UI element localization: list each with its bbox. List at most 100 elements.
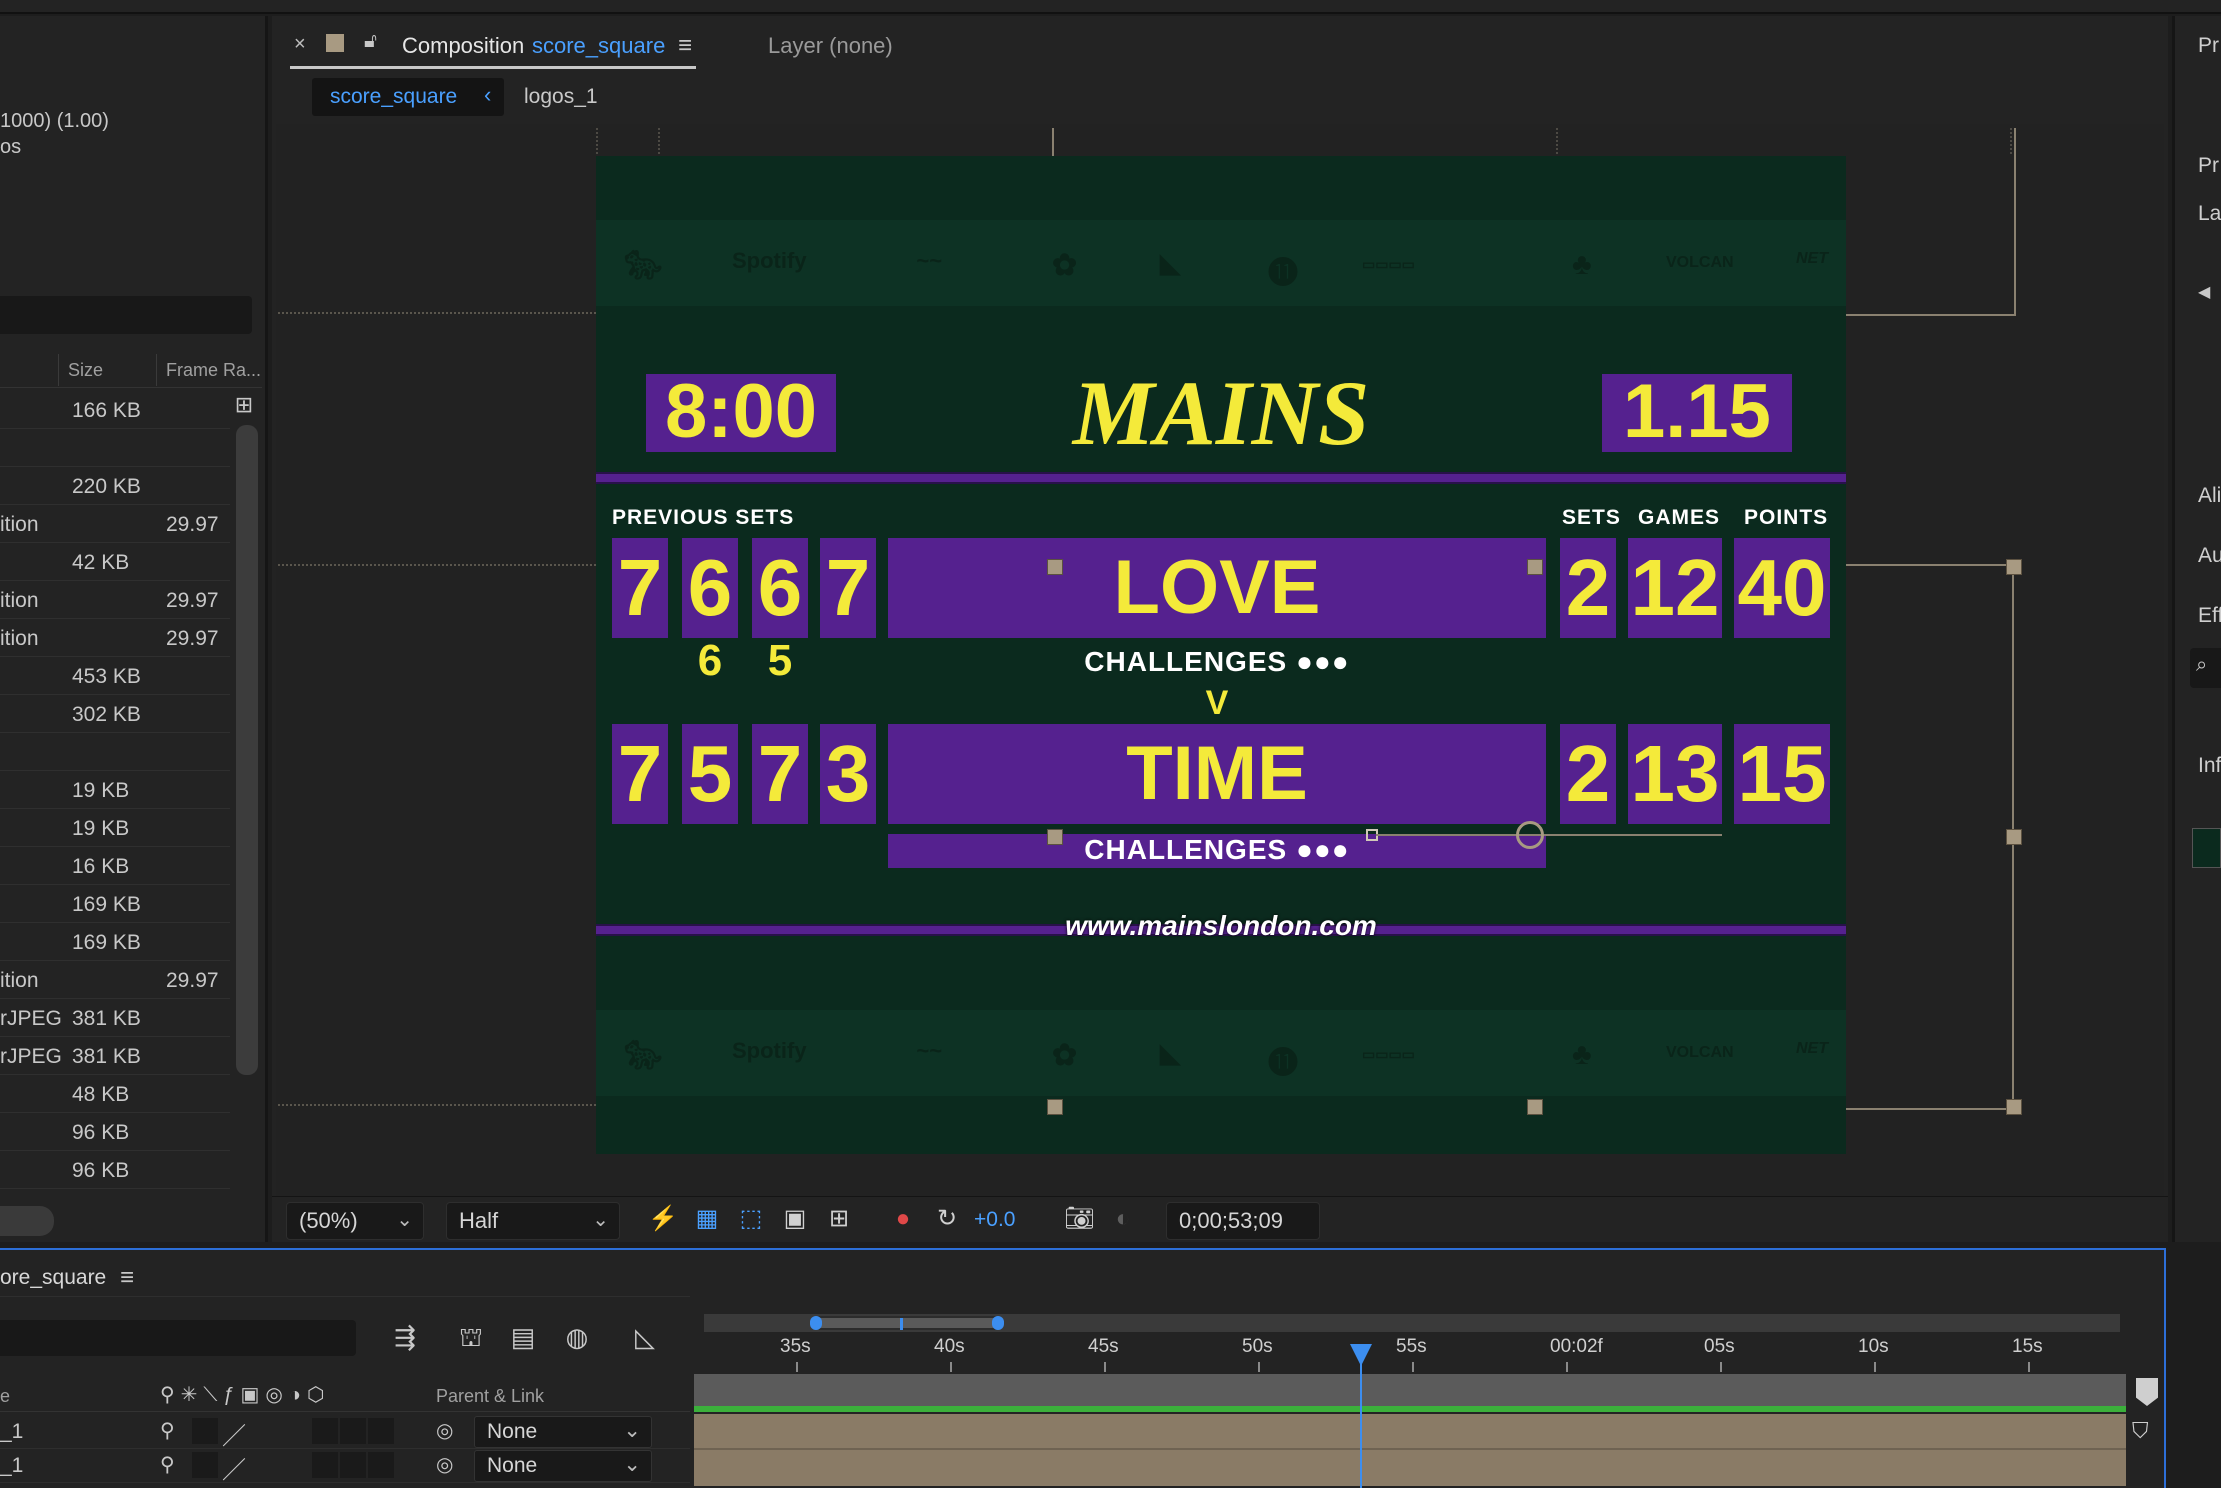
pickwhip-icon[interactable]: ◎ xyxy=(436,1418,453,1443)
project-item-row[interactable]: 96 KB xyxy=(0,1150,230,1189)
switch-box[interactable] xyxy=(192,1418,218,1444)
right-panel-item[interactable]: La xyxy=(2198,202,2221,226)
layer-bar[interactable] xyxy=(694,1450,2126,1486)
transform-handle[interactable] xyxy=(1047,559,1063,575)
close-tab-icon[interactable]: × xyxy=(294,33,306,56)
switch-box[interactable] xyxy=(312,1452,338,1478)
layer-name[interactable]: _1 xyxy=(0,1454,23,1478)
exposure-value[interactable]: +0.0 xyxy=(974,1208,1015,1232)
snapshot-camera-icon[interactable]: 📷︎ xyxy=(1064,1204,1094,1234)
right-panel-item[interactable]: Au xyxy=(2198,544,2221,568)
shy-icon[interactable]: ⚲ xyxy=(160,1418,175,1443)
project-item-row[interactable]: 16 KB xyxy=(0,846,230,885)
timeline-search-input[interactable] xyxy=(0,1320,356,1356)
right-panel-item[interactable]: Pr xyxy=(2198,154,2219,178)
transform-handle[interactable] xyxy=(1047,829,1063,845)
right-panel-item[interactable]: Pr xyxy=(2198,34,2219,58)
quality-slash-icon[interactable]: ／ xyxy=(222,1416,246,1451)
project-item-row[interactable]: 166 KB xyxy=(0,390,230,429)
graph-editor-icon[interactable]: ◺ xyxy=(628,1320,662,1354)
parent-dropdown[interactable]: None ⌄ xyxy=(474,1450,652,1482)
project-item-row[interactable]: ition 29.97 xyxy=(0,960,230,999)
project-item-row[interactable]: ition 29.97 xyxy=(0,504,230,543)
motion-blur-icon[interactable]: ◍ xyxy=(560,1320,594,1354)
right-panel-item[interactable]: Inf xyxy=(2198,754,2221,778)
parent-dropdown[interactable]: None ⌄ xyxy=(474,1416,652,1448)
project-item-row[interactable]: rJPEG 381 KB xyxy=(0,998,230,1037)
transparency-grid-icon[interactable]: ▦ xyxy=(692,1204,722,1234)
project-item-row[interactable] xyxy=(0,732,230,771)
project-item-row[interactable]: 133 KB xyxy=(0,1188,230,1200)
right-panel-item[interactable]: Ali xyxy=(2198,484,2221,508)
project-horizontal-scrollbar[interactable] xyxy=(0,1206,54,1236)
quality-slash-icon[interactable]: ／ xyxy=(222,1450,246,1485)
draft-3d-icon[interactable]: ⛫ xyxy=(454,1320,488,1354)
navigator-end-handle[interactable] xyxy=(992,1316,1004,1330)
transform-handle[interactable] xyxy=(2006,1099,2022,1115)
panel-menu-icon[interactable]: ≡ xyxy=(120,1264,134,1292)
comp-marker-bin-icon[interactable]: ⛉ xyxy=(2132,1418,2162,1448)
project-item-row[interactable]: 302 KB xyxy=(0,694,230,733)
transform-handle[interactable] xyxy=(2006,559,2022,575)
col-parent-link[interactable]: Parent & Link xyxy=(436,1386,544,1407)
search-icon[interactable]: ⌕ xyxy=(2190,648,2221,688)
project-item-row[interactable]: ition 29.97 xyxy=(0,580,230,619)
layer-row[interactable]: _1 ⚲ ／ ◎ None ⌄ xyxy=(0,1448,690,1485)
layer-bar-gray[interactable] xyxy=(694,1374,2126,1406)
guides-grid-icon[interactable]: ⊞ xyxy=(824,1204,854,1234)
transform-handle[interactable] xyxy=(1527,559,1543,575)
project-item-row[interactable]: ition 29.97 xyxy=(0,618,230,657)
time-navigator-thumb[interactable] xyxy=(816,1316,998,1330)
project-item-row[interactable]: 42 KB xyxy=(0,542,230,581)
timecode-display[interactable]: 0;00;53;09 xyxy=(1166,1202,1320,1240)
switch-box[interactable] xyxy=(192,1452,218,1478)
col-layer-name[interactable]: e xyxy=(0,1386,10,1407)
color-channels-icon[interactable]: ● xyxy=(888,1204,918,1234)
project-item-row[interactable]: 48 KB xyxy=(0,1074,230,1113)
project-item-row[interactable]: rJPEG 381 KB xyxy=(0,1036,230,1075)
project-scrollbar[interactable] xyxy=(236,425,258,1075)
breadcrumb-logos[interactable]: logos_1 xyxy=(524,85,598,109)
anchor-point-icon[interactable] xyxy=(1516,821,1544,849)
project-item-row[interactable]: 169 KB xyxy=(0,884,230,923)
zoom-dropdown[interactable]: (50%) ⌄ xyxy=(286,1202,424,1240)
layer-bar[interactable] xyxy=(694,1414,2126,1448)
project-item-row[interactable]: 169 KB xyxy=(0,922,230,961)
resolution-dropdown[interactable]: Half ⌄ xyxy=(446,1202,620,1240)
switch-box[interactable] xyxy=(340,1418,366,1444)
timeline-comp-tab[interactable]: ore_square xyxy=(0,1266,106,1290)
transform-handle[interactable] xyxy=(1047,1099,1063,1115)
panel-menu-icon[interactable]: ≡ xyxy=(678,32,692,60)
comp-tab-prefix[interactable]: Composition xyxy=(402,33,524,59)
reset-exposure-icon[interactable]: ↻ xyxy=(932,1204,962,1234)
chevron-left-icon[interactable]: ‹ xyxy=(484,82,491,108)
breadcrumb-score-square[interactable]: score_square xyxy=(330,85,457,109)
layer-name[interactable]: _1 xyxy=(0,1420,23,1444)
comp-tab-name[interactable]: score_square xyxy=(532,33,665,59)
playhead-line[interactable] xyxy=(1360,1350,1362,1488)
comp-mini-flowchart-icon[interactable]: ⇶ xyxy=(388,1320,422,1354)
switch-box[interactable] xyxy=(368,1418,394,1444)
mask-path-icon[interactable]: ⬚ xyxy=(736,1204,766,1234)
project-item-row[interactable] xyxy=(0,428,230,467)
region-of-interest-icon[interactable]: ▣ xyxy=(780,1204,810,1234)
switch-box[interactable] xyxy=(340,1452,366,1478)
pickwhip-icon[interactable]: ◎ xyxy=(436,1452,453,1477)
triangle-left-icon[interactable]: ◀ xyxy=(2198,282,2210,302)
transform-handle[interactable] xyxy=(1527,1099,1543,1115)
project-item-row[interactable]: 220 KB xyxy=(0,466,230,505)
show-snapshot-icon[interactable]: ◐ xyxy=(1108,1204,1138,1234)
project-item-row[interactable]: 453 KB xyxy=(0,656,230,695)
fast-preview-icon[interactable]: ⚡ xyxy=(648,1204,678,1234)
project-item-row[interactable]: 19 KB xyxy=(0,808,230,847)
right-panel-item[interactable]: Eff xyxy=(2198,604,2221,628)
lock-icon[interactable]: 🔓︎ xyxy=(364,30,377,53)
navigator-start-handle[interactable] xyxy=(810,1316,822,1330)
project-item-row[interactable]: 96 KB xyxy=(0,1112,230,1151)
frame-blending-icon[interactable]: ▤ xyxy=(506,1320,540,1354)
switch-box[interactable] xyxy=(312,1418,338,1444)
playhead-handle[interactable] xyxy=(1350,1344,1372,1366)
switch-box[interactable] xyxy=(368,1452,394,1478)
layer-row[interactable]: _1 ⚲ ／ ◎ None ⌄ xyxy=(0,1414,690,1451)
transform-handle[interactable] xyxy=(2006,829,2022,845)
